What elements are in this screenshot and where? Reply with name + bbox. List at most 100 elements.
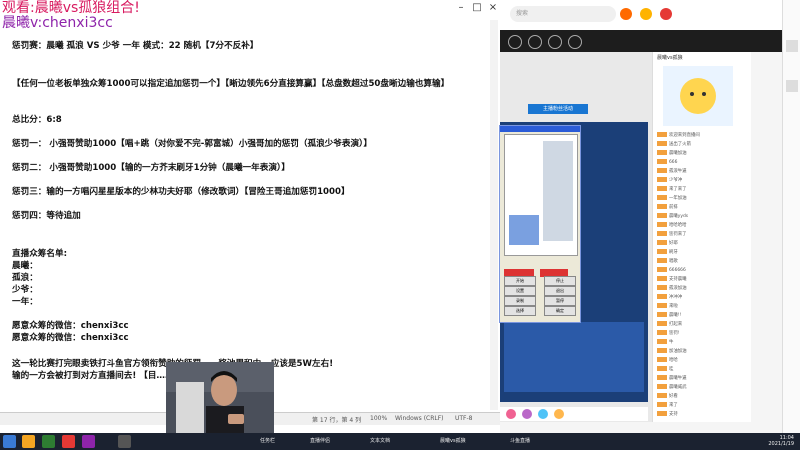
close-icon[interactable]: × [486, 2, 500, 14]
clock-date: 2021/1/19 [768, 441, 794, 447]
text-line: 总比分：6:8 [12, 115, 62, 125]
taskbar-item[interactable]: 任务栏 [260, 435, 275, 448]
fans-icon[interactable] [786, 40, 798, 52]
level-badge [657, 249, 667, 254]
room-nav-bar [500, 30, 800, 52]
stream-overlay-wechat: 晨曦v:chenxi3cc [2, 15, 113, 31]
gift-icon[interactable] [506, 409, 516, 419]
chat-message-text: 好看 [669, 394, 678, 399]
chat-message-text: 刷牙 [669, 250, 678, 255]
taskbar: 任务栏 直播伴侣 文本文档 晨曦vs孤狼 斗鱼直播 11:04 2021/1/1… [0, 433, 800, 450]
chat-message: 送出了火箭 [657, 141, 691, 147]
app-icon[interactable] [42, 435, 55, 448]
app-icon[interactable] [62, 435, 75, 448]
gift-icon[interactable] [522, 409, 532, 419]
share-icon[interactable] [548, 35, 562, 49]
chat-message: 来了来了 [657, 186, 687, 192]
zoom-level: 100% [370, 415, 388, 422]
chat-message-text: 哈哈 [669, 358, 678, 363]
gift-icon[interactable] [660, 8, 672, 20]
text-line: 惩罚三：输的一方唱闪星星版本的少林功夫好耶（修改歌词）【冒险王哥追加惩罚1000… [12, 187, 350, 197]
chat-message-text: 孤浪牛逼 [669, 169, 687, 174]
chat-message-text: 666666 [669, 268, 686, 273]
vertical-scrollbar[interactable] [490, 20, 498, 410]
clock[interactable]: 11:04 2021/1/19 [768, 435, 794, 447]
chat-message: 加油加油 [657, 348, 687, 354]
gift-bar[interactable] [500, 407, 648, 421]
popup-button[interactable]: 开始 [504, 276, 536, 286]
level-badge [657, 276, 667, 281]
level-badge [657, 213, 667, 218]
level-badge [657, 132, 667, 137]
streamer-image [166, 362, 274, 434]
browser-header: 搜索 [500, 0, 800, 31]
search-input[interactable]: 搜索 [510, 6, 616, 22]
maximize-icon[interactable]: □ [470, 2, 484, 14]
chat-message-text: 支持晨曦 [669, 277, 687, 282]
level-badge [657, 204, 667, 209]
popup-button[interactable]: 暂停 [544, 296, 576, 306]
gift-icon[interactable] [554, 409, 564, 419]
chat-message-text: 打起来 [669, 322, 683, 327]
level-badge [657, 159, 667, 164]
chat-message-text: 加油加油 [669, 349, 687, 354]
stage-banner[interactable]: 主播粉丝活动 [528, 104, 588, 114]
chat-message: 哈哈哈哈 [657, 222, 687, 228]
webcam-feed [166, 362, 274, 434]
side-toolbar [782, 0, 800, 433]
chat-message: 支持 [657, 411, 678, 417]
chat-message-text: 晨曦牛逼 [669, 376, 687, 381]
text-line: 直播众筹名单: [12, 249, 67, 259]
popup-button[interactable]: 录制 [504, 296, 536, 306]
popup-button[interactable]: 确定 [544, 306, 576, 316]
start-icon[interactable] [3, 435, 16, 448]
settings-icon[interactable] [568, 35, 582, 49]
logo-icon [620, 8, 632, 20]
profile-icon[interactable] [508, 35, 522, 49]
folder-icon[interactable] [22, 435, 35, 448]
chat-message: 666666 [657, 267, 686, 273]
taskbar-item[interactable]: 直播伴侣 [310, 435, 330, 448]
tool-popup-window[interactable]: 开始 停止 设置 退出 录制 暂停 选择 确定 [499, 125, 581, 323]
chat-panel[interactable]: 晨曦vs孤狼 欢迎来到直播间 送出了火箭 晨曦加油 666 孤浪牛逼 少爷冲 来了来了 一年加… [652, 52, 751, 422]
popup-button[interactable]: 停止 [544, 276, 576, 286]
popup-button[interactable]: 设置 [504, 286, 536, 296]
popup-button[interactable]: 选择 [504, 306, 536, 316]
app-icon[interactable] [82, 435, 95, 448]
avatar[interactable] [640, 8, 652, 20]
level-badge [657, 177, 667, 182]
chat-message-text: 唱歌 [669, 259, 678, 264]
chat-message: 孤浪牛逼 [657, 168, 687, 174]
taskbar-item[interactable]: 晨曦vs孤狼 [440, 435, 466, 448]
encoding: UTF-8 [455, 415, 473, 422]
follow-icon[interactable] [528, 35, 542, 49]
chat-message-text: 哈哈哈哈 [669, 223, 687, 228]
chat-message: 好耶 [657, 240, 678, 246]
level-badge [657, 294, 667, 299]
chat-message: 晨曦加油 [657, 150, 687, 156]
level-badge [657, 348, 667, 353]
app-icon[interactable] [118, 435, 131, 448]
taskbar-item[interactable]: 斗鱼直播 [510, 435, 530, 448]
chat-message-text: 少爷冲 [669, 178, 683, 183]
rank-icon[interactable] [786, 80, 798, 92]
text-line: 惩罚二： 小强哥赞助1000【输的一方芥末刷牙1分钟（晨曦一年表演）】 [12, 163, 290, 173]
chat-message: 一年加油 [657, 195, 687, 201]
level-badge [657, 366, 667, 371]
chat-message: 好看 [657, 393, 678, 399]
level-badge [657, 168, 667, 173]
chat-message: 哈哈 [657, 357, 678, 363]
popup-titlebar[interactable] [500, 126, 580, 132]
popup-button[interactable]: 退出 [544, 286, 576, 296]
chat-message: 晨曦威武 [657, 384, 687, 390]
minimize-icon[interactable]: – [454, 2, 468, 14]
gift-icon[interactable] [538, 409, 548, 419]
text-line: 愿意众筹的微信：chenxi3cc [12, 321, 129, 331]
chat-message: 唱歌 [657, 258, 678, 264]
level-badge [657, 285, 667, 290]
level-badge [657, 240, 667, 245]
chat-message: 晨曦牛逼 [657, 375, 687, 381]
chat-message: 晨曦!! [657, 312, 681, 318]
chat-message-text: 晨曦yyds [669, 214, 689, 219]
taskbar-item[interactable]: 文本文档 [370, 435, 390, 448]
